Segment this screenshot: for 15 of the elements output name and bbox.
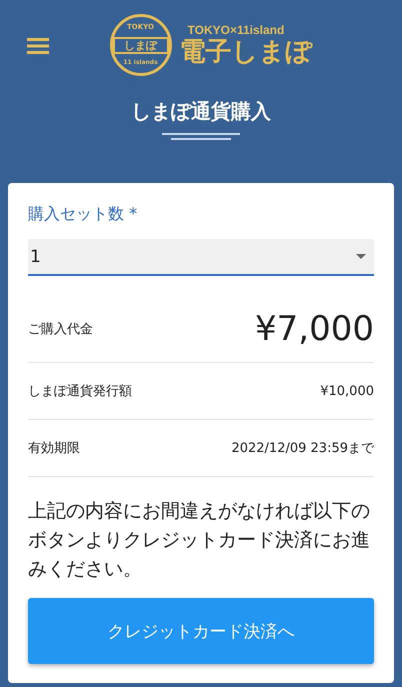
- quantity-select[interactable]: 1: [28, 239, 374, 276]
- row-value: ¥7,000: [255, 309, 374, 349]
- row-label: ご購入代金: [28, 321, 93, 338]
- row-value: 2022/12/09 23:59まで: [231, 440, 374, 457]
- row-label: 有効期限: [28, 440, 80, 457]
- notice-text: 上記の内容にお間違えがなければ以下のボタンよりクレジットカード決済にお進みください。: [28, 499, 371, 582]
- row-label: しまぽ通貨発行額: [28, 383, 132, 400]
- field-label: 購入セット数 *: [28, 203, 138, 225]
- logo-tagline: TOKYO×11island: [188, 23, 284, 37]
- page-title: しまぽ通貨購入: [131, 98, 271, 125]
- caret-icon: [356, 254, 366, 259]
- logo-name: 電子しまぽ: [180, 37, 312, 67]
- badge-ribbon: しまぽ: [112, 37, 168, 54]
- row-value: ¥10,000: [320, 384, 374, 398]
- menu-icon[interactable]: [27, 38, 49, 54]
